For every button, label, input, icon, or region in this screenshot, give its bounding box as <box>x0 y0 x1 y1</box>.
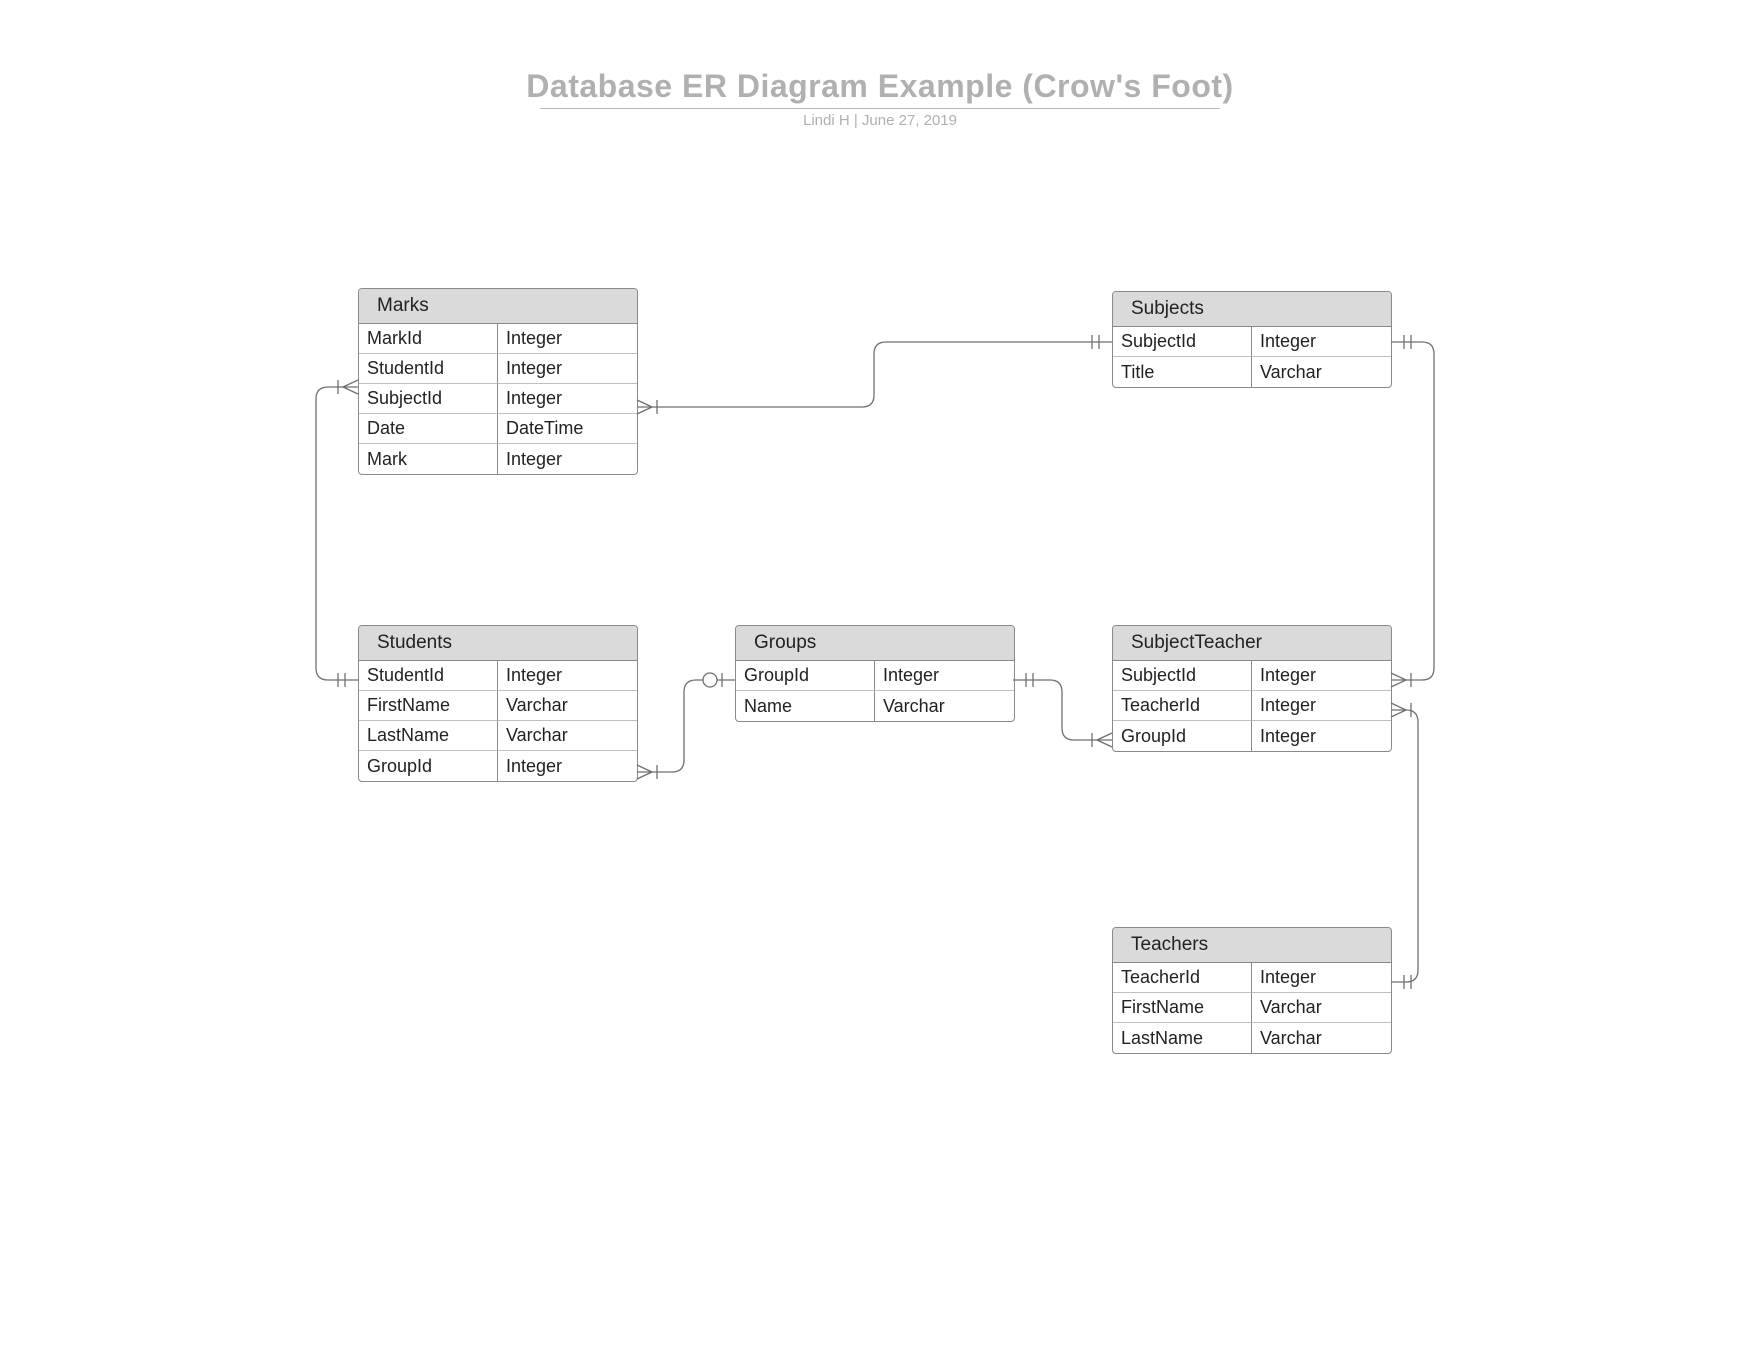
field-name: SubjectId <box>1113 661 1252 691</box>
field-name: TeacherId <box>1113 963 1252 993</box>
field-type: Varchar <box>1252 357 1391 387</box>
field-name: GroupId <box>359 751 498 781</box>
field-type: DateTime <box>498 414 637 444</box>
table-row: NameVarchar <box>736 691 1014 721</box>
table-row: MarkIdInteger <box>359 324 637 354</box>
rel-students-groups <box>637 673 735 779</box>
entity-header: Groups <box>736 626 1014 661</box>
table-row: FirstNameVarchar <box>1113 993 1391 1023</box>
field-name: SubjectId <box>1113 327 1252 357</box>
field-type: Integer <box>1252 327 1391 357</box>
table-row: GroupIdInteger <box>736 661 1014 691</box>
field-type: Integer <box>498 324 637 354</box>
title-rule <box>540 108 1220 109</box>
table-row: TitleVarchar <box>1113 357 1391 387</box>
table-row: LastNameVarchar <box>359 721 637 751</box>
entity-marks[interactable]: Marks MarkIdInteger StudentIdInteger Sub… <box>358 288 638 475</box>
table-row: SubjectIdInteger <box>1113 661 1391 691</box>
field-name: StudentId <box>359 354 498 384</box>
diagram-title: Database ER Diagram Example (Crow's Foot… <box>526 68 1233 104</box>
field-type: Integer <box>498 661 637 691</box>
field-name: Date <box>359 414 498 444</box>
table-row: LastNameVarchar <box>1113 1023 1391 1053</box>
field-name: FirstName <box>359 691 498 721</box>
field-name: FirstName <box>1113 993 1252 1023</box>
field-type: Integer <box>875 661 1014 691</box>
field-name: StudentId <box>359 661 498 691</box>
diagram-title-block: Database ER Diagram Example (Crow's Foot… <box>0 68 1760 105</box>
entity-teachers[interactable]: Teachers TeacherIdInteger FirstNameVarch… <box>1112 927 1392 1054</box>
entity-header: Students <box>359 626 637 661</box>
field-name: MarkId <box>359 324 498 354</box>
field-name: Title <box>1113 357 1252 387</box>
rel-subjects-subjectteacher <box>1391 335 1434 687</box>
field-name: SubjectId <box>359 384 498 414</box>
field-name: LastName <box>1113 1023 1252 1053</box>
rel-marks-students <box>316 380 358 687</box>
field-type: Integer <box>498 444 637 474</box>
entity-header: SubjectTeacher <box>1113 626 1391 661</box>
field-name: Mark <box>359 444 498 474</box>
field-type: Varchar <box>498 721 637 751</box>
entity-subjectteacher[interactable]: SubjectTeacher SubjectIdInteger TeacherI… <box>1112 625 1392 752</box>
table-row: StudentIdInteger <box>359 354 637 384</box>
entity-header: Teachers <box>1113 928 1391 963</box>
field-type: Varchar <box>875 691 1014 721</box>
field-name: LastName <box>359 721 498 751</box>
table-row: MarkInteger <box>359 444 637 474</box>
table-row: SubjectIdInteger <box>359 384 637 414</box>
field-type: Integer <box>1252 691 1391 721</box>
table-row: StudentIdInteger <box>359 661 637 691</box>
field-name: TeacherId <box>1113 691 1252 721</box>
table-row: TeacherIdInteger <box>1113 691 1391 721</box>
field-type: Integer <box>1252 721 1391 751</box>
field-type: Integer <box>498 751 637 781</box>
field-type: Varchar <box>1252 993 1391 1023</box>
entity-subjects[interactable]: Subjects SubjectIdInteger TitleVarchar <box>1112 291 1392 388</box>
entity-groups[interactable]: Groups GroupIdInteger NameVarchar <box>735 625 1015 722</box>
field-type: Integer <box>498 354 637 384</box>
rel-subjectteacher-teachers <box>1391 703 1418 989</box>
table-row: TeacherIdInteger <box>1113 963 1391 993</box>
field-name: GroupId <box>736 661 875 691</box>
field-type: Varchar <box>498 691 637 721</box>
field-name: Name <box>736 691 875 721</box>
table-row: GroupIdInteger <box>1113 721 1391 751</box>
entity-header: Marks <box>359 289 637 324</box>
field-type: Varchar <box>1252 1023 1391 1053</box>
entity-header: Subjects <box>1113 292 1391 327</box>
rel-groups-subjectteacher <box>1013 673 1112 747</box>
field-name: GroupId <box>1113 721 1252 751</box>
diagram-subtitle: Lindi H | June 27, 2019 <box>0 112 1760 129</box>
field-type: Integer <box>1252 963 1391 993</box>
table-row: SubjectIdInteger <box>1113 327 1391 357</box>
field-type: Integer <box>498 384 637 414</box>
table-row: DateDateTime <box>359 414 637 444</box>
table-row: FirstNameVarchar <box>359 691 637 721</box>
field-type: Integer <box>1252 661 1391 691</box>
entity-students[interactable]: Students StudentIdInteger FirstNameVarch… <box>358 625 638 782</box>
rel-marks-subjects <box>637 335 1112 414</box>
table-row: GroupIdInteger <box>359 751 637 781</box>
